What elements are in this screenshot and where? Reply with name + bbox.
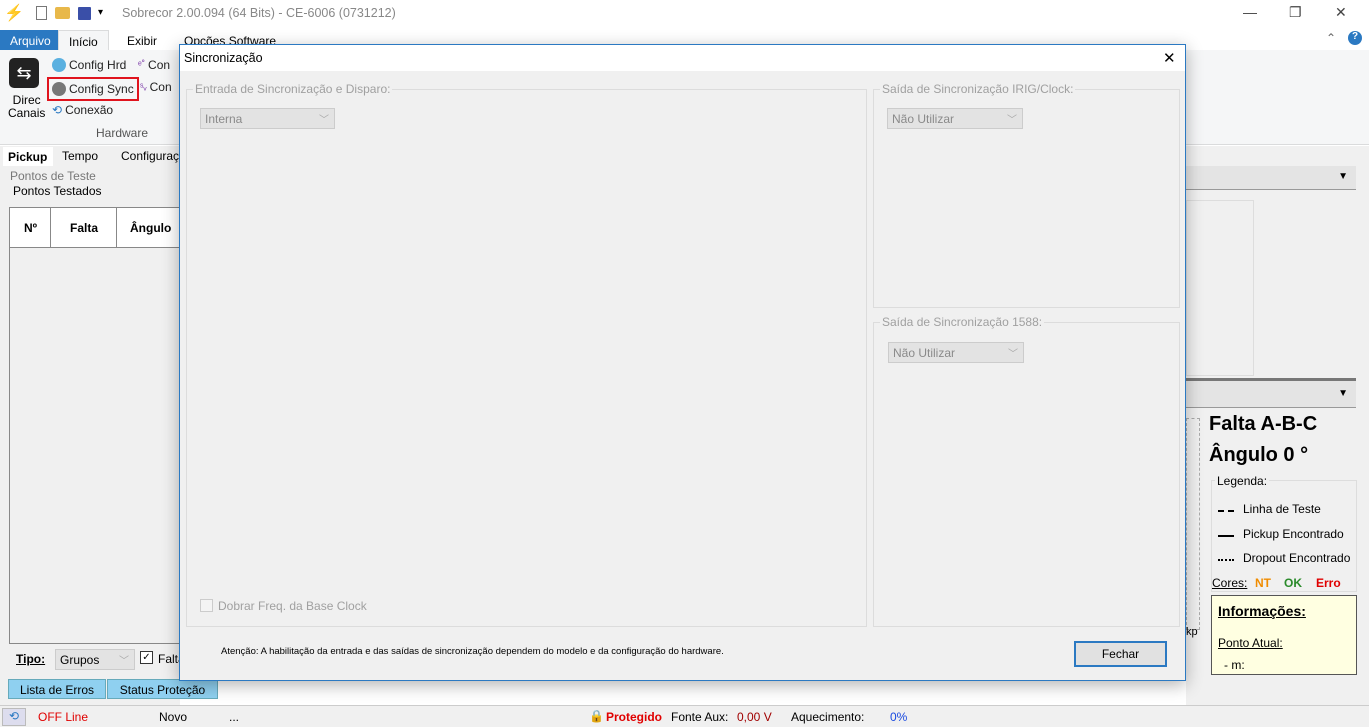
config-sync-button[interactable]: Config Sync (47, 77, 139, 101)
irig-select[interactable]: Não Utilizar ﹀ (887, 108, 1023, 129)
kp-label: kp (1186, 626, 1198, 638)
dropdown-arrow-icon[interactable]: ▼ (1338, 388, 1348, 399)
right-panel: ▼ ▼ kp Falta A-B-C Ângulo 0 ° Legenda: L… (1186, 146, 1369, 706)
window-title: Sobrecor 2.00.094 (64 Bits) - CE-6006 (0… (122, 6, 396, 20)
dialog-note: Atenção: A habilitação da entrada e das … (221, 646, 724, 657)
status-file: Novo (159, 710, 188, 724)
column-falta[interactable]: Falta (70, 221, 98, 235)
column-numero[interactable]: Nº (24, 221, 37, 235)
sincronizacao-dialog: Sincronização ✕ Entrada de Sincronização… (179, 44, 1186, 681)
falta-checkbox[interactable]: ✓ (140, 651, 153, 664)
info-title: Informações: (1218, 603, 1306, 619)
tipo-select[interactable]: Grupos ﹀ (55, 649, 135, 670)
sv-icon: ˢᵥ (140, 81, 147, 93)
tab-status-protecao[interactable]: Status Proteção (107, 679, 218, 699)
tipo-label: Tipo: (16, 652, 46, 666)
quick-access-dropdown-icon[interactable]: ▾ (98, 7, 103, 18)
fechar-button[interactable]: Fechar (1074, 641, 1167, 667)
section-pontos-de-teste: Pontos de Teste (10, 169, 96, 183)
sync-1588-label: Saída de Sincronização 1588: (880, 315, 1045, 329)
m-label: - m: (1224, 658, 1245, 672)
entrada-group: Entrada de Sincronização e Disparo: Inte… (186, 82, 867, 627)
tab-tempo[interactable]: Tempo (56, 149, 104, 163)
dobrar-freq-label: Dobrar Freq. da Base Clock (218, 599, 367, 613)
falta-title: Falta A-B-C (1209, 413, 1318, 435)
test-points-table: Nº Falta Ângulo (9, 207, 185, 644)
dialog-close-button[interactable]: ✕ (1163, 49, 1176, 67)
hardware-icon (52, 58, 66, 72)
app-logo-icon: ⚡ (4, 5, 24, 22)
ponto-atual-label: Ponto Atual: (1218, 636, 1283, 650)
status-message: ... (229, 710, 240, 724)
dobrar-freq-checkbox[interactable] (200, 599, 213, 612)
collapse-ribbon-icon[interactable]: ⌃ (1326, 31, 1336, 45)
color-nt: NT (1255, 576, 1271, 590)
config-button-1[interactable]: ᵉ˚ Con (138, 58, 170, 72)
sync-1588-select[interactable]: Não Utilizar ﹀ (888, 342, 1024, 363)
irig-label: Saída de Sincronização IRIG/Clock: (880, 82, 1076, 96)
title-bar: ⚡ ▾ Sobrecor 2.00.094 (64 Bits) - CE-600… (0, 0, 1369, 28)
conexao-button[interactable]: ⟲ Conexão (52, 103, 113, 117)
satellite-dish-icon (52, 82, 66, 96)
info-box: Informações: Ponto Atual: - m: (1211, 595, 1357, 675)
status-mode: OFF Line (38, 710, 89, 724)
legend-linha-de-teste: Linha de Teste (1243, 502, 1321, 516)
group-pontos-testados: Pontos Testados (13, 184, 102, 198)
hardware-group-label: Hardware (96, 126, 149, 140)
color-erro: Erro (1316, 576, 1341, 590)
column-angulo[interactable]: Ângulo (130, 221, 171, 235)
status-protegido: Protegido (606, 710, 662, 724)
direc-canais-icon[interactable]: ⇆ (9, 58, 39, 88)
config-button-2[interactable]: ˢᵥ Con (140, 80, 172, 94)
tab-configuracao[interactable]: Configuraçõ (121, 149, 186, 163)
fonte-aux-label: Fonte Aux: (671, 710, 729, 724)
legend-dropout-encontrado: Dropout Encontrado (1243, 551, 1351, 565)
new-file-icon[interactable] (36, 6, 47, 20)
status-bar: ⟲ OFF Line Novo ... 🔒 Protegido Fonte Au… (0, 705, 1369, 727)
left-panel: Pickup Tempo Configuraçõ Pontos de Teste… (0, 146, 218, 706)
legend-pickup-encontrado: Pickup Encontrado (1243, 527, 1344, 541)
aquecimento-value: 0% (890, 710, 908, 724)
lock-icon: 🔒 (589, 709, 604, 723)
save-icon[interactable] (78, 7, 91, 20)
color-ok: OK (1284, 576, 1302, 590)
entrada-label: Entrada de Sincronização e Disparo: (193, 82, 393, 96)
connect-refresh-icon[interactable]: ⟲ (2, 708, 26, 726)
open-folder-icon[interactable] (55, 7, 70, 19)
restore-button[interactable]: ❐ (1289, 4, 1302, 21)
config-hrd-button[interactable]: Config Hrd (52, 58, 126, 72)
dialog-title: Sincronização (184, 51, 263, 65)
tab-lista-de-erros[interactable]: Lista de Erros (8, 679, 106, 699)
dropdown-arrow-icon[interactable]: ▼ (1338, 171, 1348, 182)
irig-group: Saída de Sincronização IRIG/Clock: Não U… (873, 82, 1180, 308)
minimize-button[interactable]: — (1243, 4, 1257, 20)
help-icon[interactable]: ? (1348, 31, 1362, 45)
direc-canais-button[interactable]: Direc Canais (8, 94, 45, 120)
angulo-title: Ângulo 0 ° (1209, 444, 1309, 466)
tab-pickup[interactable]: Pickup (3, 147, 53, 166)
sync-1588-group: Saída de Sincronização 1588: Não Utiliza… (873, 315, 1180, 627)
ego-icon: ᵉ˚ (138, 59, 146, 71)
refresh-icon: ⟲ (52, 103, 63, 117)
tab-exibir[interactable]: Exibir (117, 30, 167, 50)
close-window-button[interactable]: ✕ (1335, 4, 1347, 21)
legend-title: Legenda: (1215, 474, 1270, 488)
legend-box: Legenda: Linha de Teste Pickup Encontrad… (1211, 474, 1357, 592)
tab-arquivo[interactable]: Arquivo (0, 30, 61, 50)
aquecimento-label: Aquecimento: (791, 710, 865, 724)
cores-label: Cores: (1212, 576, 1248, 590)
dialog-title-bar: Sincronização ✕ (180, 45, 1185, 71)
entrada-select[interactable]: Interna ﹀ (200, 108, 335, 129)
tab-inicio[interactable]: Início (58, 30, 109, 50)
fonte-aux-value: 0,00 V (737, 710, 772, 724)
